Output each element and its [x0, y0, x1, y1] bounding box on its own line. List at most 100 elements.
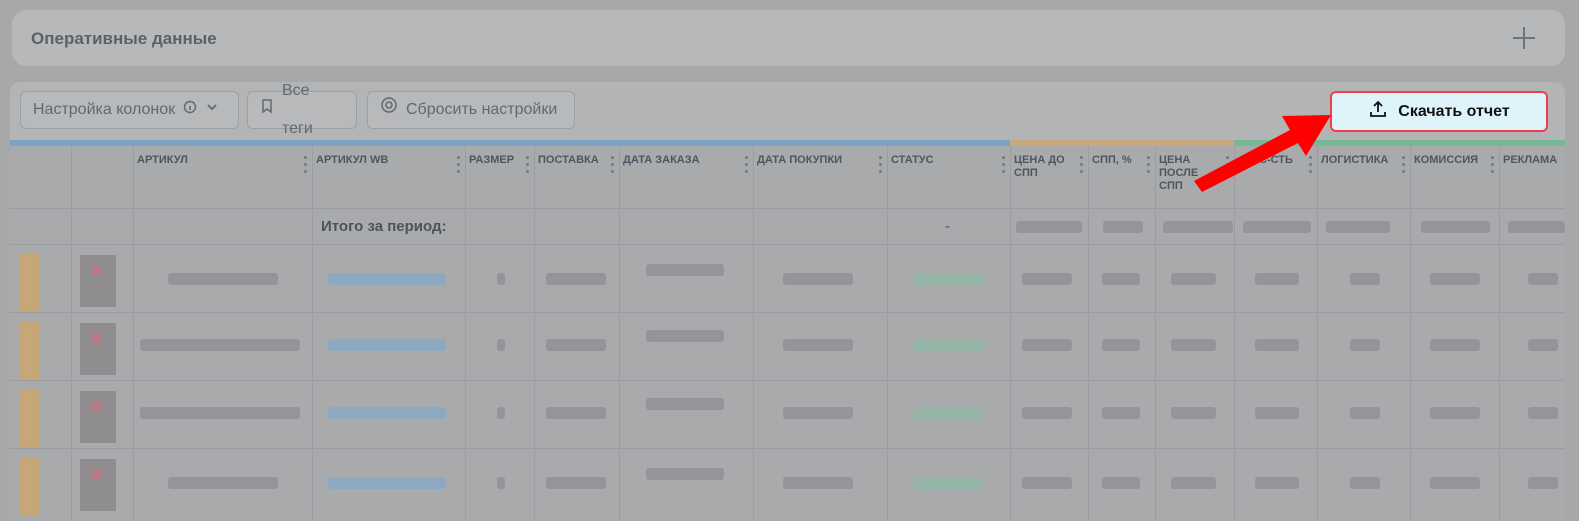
- column-menu-icon[interactable]: [1002, 156, 1005, 174]
- total-value: [1163, 221, 1233, 233]
- logistics-value: [1350, 477, 1380, 489]
- chevron-down-icon: [205, 91, 219, 129]
- column-menu-icon[interactable]: [879, 156, 882, 174]
- size-value: [497, 477, 505, 489]
- column-header-supply[interactable]: Поставка: [535, 146, 619, 208]
- column-header-article-wb[interactable]: Артикул WB: [313, 146, 465, 208]
- all-tags-button[interactable]: Все теги: [247, 82, 357, 137]
- article-wb-link[interactable]: [328, 339, 446, 351]
- status-badge: [913, 273, 983, 285]
- status-badge: [913, 339, 983, 351]
- status-badge: [913, 477, 983, 489]
- column-header-article[interactable]: Артикул: [134, 146, 312, 208]
- column-header-label: СПП, %: [1092, 154, 1132, 166]
- column-menu-icon[interactable]: [1491, 156, 1494, 174]
- spp-value: [1102, 273, 1140, 285]
- column-settings-button[interactable]: Настройка колонок: [20, 91, 239, 129]
- price-value: [1022, 273, 1072, 285]
- price-after-value: [1171, 477, 1216, 489]
- all-tags-label: Все теги: [282, 82, 313, 137]
- price-after-value: [1171, 339, 1216, 351]
- red-arrow-annotation: [1194, 115, 1331, 192]
- column-header-commission[interactable]: Комиссия: [1411, 146, 1499, 208]
- cost-value: [1255, 273, 1299, 285]
- size-value: [497, 339, 505, 351]
- table-row[interactable]: [10, 312, 1565, 381]
- table-row[interactable]: [10, 380, 1565, 449]
- article-value: [168, 477, 278, 489]
- cost-value: [1255, 407, 1299, 419]
- price-value: [1022, 477, 1072, 489]
- column-menu-icon[interactable]: [304, 156, 307, 174]
- total-value: [1243, 221, 1311, 233]
- total-status-value: -: [945, 218, 950, 235]
- column-header-label: Статус: [891, 154, 934, 166]
- section-title: Оперативные данные: [31, 29, 217, 48]
- table-row[interactable]: [10, 448, 1565, 517]
- logistics-value: [1350, 339, 1380, 351]
- product-thumbnail: [80, 255, 116, 307]
- supply-value: [546, 477, 606, 489]
- size-value: [497, 407, 505, 419]
- bookmark-icon: [260, 91, 274, 129]
- article-value: [168, 273, 278, 285]
- gear-icon: [380, 91, 398, 129]
- order-date-value: [646, 264, 724, 276]
- advertising-value: [1528, 339, 1558, 351]
- column-header-label: Поставка: [538, 154, 599, 166]
- column-header-purchase-date[interactable]: Дата покупки: [754, 146, 887, 208]
- column-settings-label: Настройка колонок: [33, 101, 176, 118]
- column-header-label: Дата заказа: [623, 154, 700, 166]
- download-report-button[interactable]: Скачать отчет: [1330, 91, 1548, 132]
- column-header-label: Реклама: [1503, 154, 1558, 166]
- table-row[interactable]: [10, 244, 1565, 313]
- info-icon: [183, 91, 197, 129]
- total-label: Итого за период:: [321, 218, 447, 235]
- data-table: Артикул Артикул WB Размер Поставка Дата …: [10, 140, 1565, 521]
- article-wb-link[interactable]: [328, 273, 446, 285]
- column-header-label: Комиссия: [1414, 154, 1479, 166]
- column-header-price-before-spp[interactable]: Цена до СПП: [1011, 146, 1088, 208]
- column-header-status[interactable]: Статус: [888, 146, 1010, 208]
- column-header-size[interactable]: Размер: [466, 146, 534, 208]
- column-menu-icon[interactable]: [611, 156, 614, 174]
- commission-value: [1430, 407, 1480, 419]
- price-after-value: [1171, 273, 1216, 285]
- article-wb-link[interactable]: [328, 477, 446, 489]
- commission-value: [1430, 339, 1480, 351]
- total-value: [1421, 221, 1490, 233]
- row-color-swatch: [20, 253, 39, 311]
- logistics-value: [1350, 273, 1380, 285]
- order-date-value: [646, 330, 724, 342]
- column-menu-icon[interactable]: [1080, 156, 1083, 174]
- reset-settings-label: Сбросить настройки: [406, 101, 558, 118]
- cost-value: [1255, 477, 1299, 489]
- column-menu-icon[interactable]: [526, 156, 529, 174]
- column-menu-icon[interactable]: [1147, 156, 1150, 174]
- total-value: [1016, 221, 1082, 233]
- reset-settings-button[interactable]: Сбросить настройки: [367, 91, 575, 129]
- column-header-advertising[interactable]: Реклама: [1500, 146, 1565, 208]
- price-value: [1022, 339, 1072, 351]
- row-color-swatch: [20, 321, 39, 379]
- price-value: [1022, 407, 1072, 419]
- article-value: [140, 407, 300, 419]
- spp-value: [1102, 339, 1140, 351]
- product-thumbnail: [80, 459, 116, 511]
- column-menu-icon[interactable]: [745, 156, 748, 174]
- column-header-label: Артикул: [137, 154, 188, 166]
- total-value: [1326, 221, 1390, 233]
- commission-value: [1430, 477, 1480, 489]
- plus-icon[interactable]: [1513, 27, 1535, 49]
- column-menu-icon[interactable]: [1402, 156, 1405, 174]
- column-menu-icon[interactable]: [457, 156, 460, 174]
- advertising-value: [1528, 407, 1558, 419]
- column-header-order-date[interactable]: Дата заказа: [620, 146, 753, 208]
- spp-value: [1102, 407, 1140, 419]
- column-header-label: Цена до СПП: [1014, 154, 1065, 179]
- purchase-date-value: [783, 407, 853, 419]
- column-header-spp-percent[interactable]: СПП, %: [1089, 146, 1155, 208]
- order-date-value: [646, 468, 724, 480]
- article-wb-link[interactable]: [328, 407, 446, 419]
- purchase-date-value: [783, 477, 853, 489]
